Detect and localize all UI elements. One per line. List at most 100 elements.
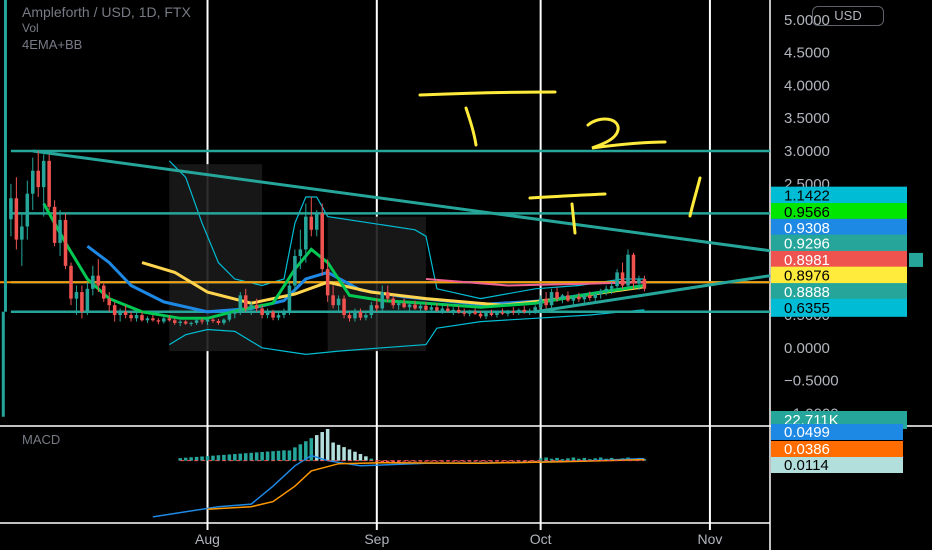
price-tick-label: 0.0000 <box>784 340 830 357</box>
candle-body <box>375 305 379 309</box>
candle[interactable] <box>20 213 24 266</box>
candle[interactable] <box>511 307 516 316</box>
candle[interactable] <box>107 292 111 312</box>
candle-body <box>178 321 182 323</box>
symbol-title[interactable]: Ampleforth / USD, 1D, FTX <box>22 4 191 20</box>
candle-body <box>254 305 259 309</box>
candle[interactable] <box>615 269 619 291</box>
candle[interactable] <box>642 275 647 292</box>
candle[interactable] <box>571 295 576 305</box>
candle[interactable] <box>112 301 117 322</box>
price-tick-label: 4.0000 <box>784 77 830 94</box>
candle[interactable] <box>276 311 281 321</box>
candle-body <box>293 256 297 286</box>
candle-body <box>631 254 636 284</box>
candle[interactable] <box>129 311 133 322</box>
candle-body <box>385 292 390 299</box>
candle-body <box>560 295 565 299</box>
candle[interactable] <box>287 282 292 316</box>
candle[interactable] <box>58 210 62 256</box>
candle-body <box>637 278 641 284</box>
candle-body <box>162 318 166 322</box>
candle[interactable] <box>549 288 554 309</box>
candle[interactable] <box>80 285 84 319</box>
candle[interactable] <box>527 308 532 316</box>
candle[interactable] <box>69 262 73 306</box>
candle-body <box>96 275 101 286</box>
candle[interactable] <box>52 200 57 247</box>
candle[interactable] <box>604 285 608 296</box>
time-axis[interactable]: Aug Sep Oct Nov <box>195 531 722 547</box>
candle[interactable] <box>85 282 90 316</box>
candle-body <box>609 286 614 289</box>
candle-body <box>588 295 592 298</box>
candle[interactable] <box>538 295 543 310</box>
candle[interactable] <box>91 265 95 296</box>
candle-body <box>41 160 46 188</box>
candle[interactable] <box>118 308 122 322</box>
macd-label[interactable]: MACD <box>22 432 60 447</box>
candle[interactable] <box>598 288 603 299</box>
candle[interactable] <box>473 308 477 316</box>
candle[interactable] <box>582 294 587 304</box>
candle-body <box>47 160 51 207</box>
time-tick-label: Aug <box>195 531 220 547</box>
macd-histogram-bar <box>276 450 281 461</box>
price-label-text: 0.9296 <box>784 236 830 253</box>
annotation-stroke <box>464 106 478 147</box>
macd-histogram-bar <box>336 444 341 461</box>
macd-label-text: 0.0114 <box>784 457 829 474</box>
candle[interactable] <box>314 210 319 237</box>
candle[interactable] <box>309 196 314 237</box>
candle[interactable] <box>620 262 625 289</box>
candle[interactable] <box>14 177 19 250</box>
macd-pane[interactable] <box>152 428 647 518</box>
candle[interactable] <box>293 249 297 293</box>
candle[interactable] <box>566 291 570 302</box>
candle-body <box>167 318 172 321</box>
candle-body <box>194 320 199 323</box>
price-label: 1.1422 <box>771 186 907 205</box>
candle[interactable] <box>238 292 243 316</box>
candle[interactable] <box>320 203 324 276</box>
candle[interactable] <box>156 318 161 325</box>
candle[interactable] <box>63 213 68 270</box>
candle[interactable] <box>342 295 346 319</box>
candle[interactable] <box>134 311 139 322</box>
candle[interactable] <box>451 307 456 316</box>
currency-button[interactable]: USD <box>812 6 884 26</box>
trading-chart[interactable]: 5.00004.50004.00003.50003.00002.50002.00… <box>0 0 932 550</box>
candle[interactable] <box>626 249 630 288</box>
candle[interactable] <box>462 308 466 317</box>
macd-value-label: 0.0499 <box>771 424 903 441</box>
candlesticks[interactable] <box>9 151 647 327</box>
annotation-stroke <box>570 202 577 235</box>
candle-body <box>473 311 477 314</box>
candle[interactable] <box>265 308 270 319</box>
candle[interactable] <box>544 292 548 309</box>
candle[interactable] <box>593 292 598 302</box>
candle[interactable] <box>282 308 286 319</box>
macd-histogram-bar <box>353 451 357 461</box>
candle[interactable] <box>9 183 13 237</box>
candle[interactable] <box>145 316 150 323</box>
candle[interactable] <box>25 180 30 240</box>
candle-body <box>511 311 516 313</box>
alert-marker[interactable] <box>909 252 923 267</box>
candle[interactable] <box>47 154 51 211</box>
candle[interactable] <box>30 157 35 211</box>
indicator-label[interactable]: 4EMA+BB <box>22 37 82 52</box>
candle-body <box>249 305 253 309</box>
candle[interactable] <box>517 308 521 316</box>
candle[interactable] <box>36 151 41 197</box>
candle[interactable] <box>151 315 155 322</box>
price-label-text: 0.6355 <box>784 300 830 317</box>
candle[interactable] <box>162 316 166 324</box>
candle-body <box>25 193 30 227</box>
candle-body <box>533 307 537 311</box>
candle[interactable] <box>631 252 636 289</box>
macd-histogram-bar <box>243 453 248 461</box>
candle-body <box>358 311 363 318</box>
macd-label-text: 0.0499 <box>784 424 830 441</box>
candle[interactable] <box>101 282 106 302</box>
